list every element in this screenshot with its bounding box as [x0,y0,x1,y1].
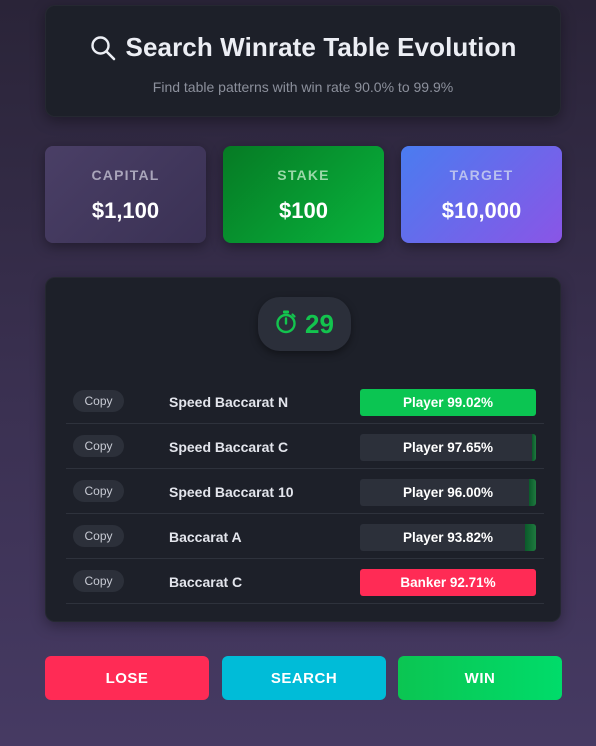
winrate-bar: Player 97.65% [360,434,536,461]
capital-value: $1,100 [91,198,160,223]
table-row: Copy Speed Baccarat N Player 99.02% [66,379,544,424]
copy-button[interactable]: Copy [73,570,124,592]
copy-button[interactable]: Copy [73,435,124,457]
table-row: Copy Baccarat C Banker 92.71% [66,559,544,604]
results-panel: 29 Copy Speed Baccarat N Player 99.02% C… [45,277,561,622]
capital-label: CAPITAL [91,167,160,183]
title-row: Search Winrate Table Evolution [46,32,560,63]
winrate-label: Player 97.65% [402,440,494,455]
capital-card: CAPITAL $1,100 [45,146,206,243]
win-button[interactable]: WIN [398,656,562,700]
header-card: Search Winrate Table Evolution Find tabl… [45,5,561,117]
winrate-label: Banker 92.71% [400,575,496,590]
winrate-bar: Player 96.00% [360,479,536,506]
winrate-bar: Player 93.82% [360,524,536,551]
lose-button[interactable]: LOSE [45,656,209,700]
target-card: TARGET $10,000 [401,146,562,243]
table-name: Speed Baccarat 10 [169,484,294,500]
search-icon [90,35,116,61]
search-button[interactable]: SEARCH [222,656,386,700]
winrate-label: Player 99.02% [402,395,494,410]
countdown-timer: 29 [258,297,351,351]
copy-button[interactable]: Copy [73,480,124,502]
stake-value: $100 [279,198,328,223]
table-name: Speed Baccarat N [169,394,289,410]
page-subtitle: Find table patterns with win rate 90.0% … [152,79,454,95]
target-label: TARGET [449,167,514,183]
table-row: Copy Speed Baccarat 10 Player 96.00% [66,469,544,514]
page-title: Search Winrate Table Evolution [125,32,517,62]
winrate-bar: Player 99.02% [360,389,536,416]
timer-value: 29 [305,308,334,339]
target-value: $10,000 [441,198,522,223]
stopwatch-icon [275,310,297,339]
table-name: Speed Baccarat C [169,439,289,455]
stake-card: STAKE $100 [223,146,384,243]
winrate-bar: Banker 92.71% [360,569,536,596]
table-list: Copy Speed Baccarat N Player 99.02% Copy… [66,379,544,604]
winrate-label: Player 96.00% [402,485,494,500]
copy-button[interactable]: Copy [73,525,124,547]
stake-label: STAKE [277,167,330,183]
winrate-label: Player 93.82% [402,530,494,545]
copy-button[interactable]: Copy [73,390,124,412]
table-name: Baccarat A [169,529,242,545]
table-row: Copy Speed Baccarat C Player 97.65% [66,424,544,469]
table-row: Copy Baccarat A Player 93.82% [66,514,544,559]
table-name: Baccarat C [169,574,243,590]
